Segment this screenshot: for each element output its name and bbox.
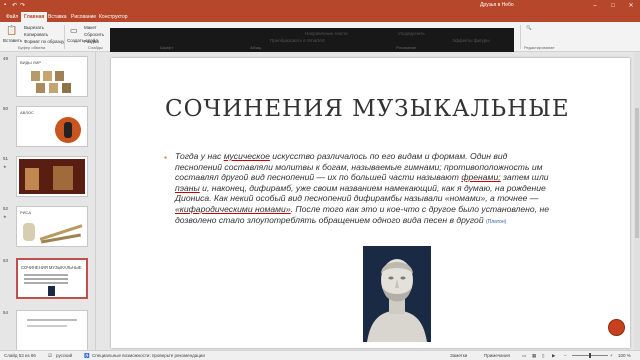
notes-button[interactable]: Заметки xyxy=(450,353,467,358)
tab-file[interactable]: Файл xyxy=(3,12,21,22)
flutes-image xyxy=(21,219,85,245)
group-editing-label: Редактирование xyxy=(524,45,555,50)
group-separator xyxy=(520,25,521,49)
tab-design[interactable]: Конструктор xyxy=(96,12,131,22)
zoom-level[interactable]: 100 % xyxy=(618,353,631,358)
thumbnail-title: СОЧИНЕНИЯ МУЗЫКАЛЬНЫЕ xyxy=(21,265,82,270)
accessibility-icon[interactable]: ♿ xyxy=(84,353,90,359)
format-painter-button[interactable]: Формат по образцу xyxy=(24,39,64,44)
language-indicator[interactable]: русский xyxy=(56,353,72,358)
group-clipboard-label: Буфер обмена xyxy=(18,45,46,50)
slideshow-nav-button[interactable] xyxy=(608,319,625,336)
thumbnail-number: 52 xyxy=(3,206,9,211)
title-bar: ▪ ↶ ↷ Друзья в Небо – □ ✕ Файл Главная В… xyxy=(0,0,640,22)
thumbnail-title: РИСА xyxy=(20,210,32,215)
minimize-icon[interactable]: – xyxy=(588,2,602,10)
normal-view-icon[interactable]: ▭ xyxy=(522,353,526,359)
status-bar: Слайд 53 из 86 ☑ русский ♿ Специальные в… xyxy=(0,350,640,360)
transition-icon: ★ xyxy=(3,214,7,219)
reset-button[interactable]: Сбросить xyxy=(84,32,104,37)
slide-thumbnail[interactable] xyxy=(16,310,88,350)
bullet-icon: ▪ xyxy=(164,153,167,162)
reading-view-icon[interactable]: ▯ xyxy=(542,353,544,359)
slide-thumbnail[interactable]: ВИДЫ ЛИР xyxy=(16,56,88,97)
zoom-in-icon[interactable]: + xyxy=(610,353,613,358)
body-text-underlined: мусическое xyxy=(223,151,270,161)
slide-title[interactable]: СОЧИНЕНИЯ МУЗЫКАЛЬНЫЕ xyxy=(165,96,570,122)
thumbnail-number: 54 xyxy=(3,310,9,315)
convert-smartart-button[interactable]: Преобразовать в SmartArt xyxy=(270,38,325,43)
body-text-run: Тогда у нас xyxy=(175,151,224,161)
thumbnail-title: АВЛОС xyxy=(20,110,34,115)
save-icon[interactable]: ▪ xyxy=(4,2,6,8)
slide-editor: СОЧИНЕНИЯ МУЗЫКАЛЬНЫЕ ▪ Тогда у нас муси… xyxy=(97,52,640,350)
close-icon[interactable]: ✕ xyxy=(624,2,638,10)
redo-icon[interactable]: ↷ xyxy=(20,2,25,9)
slide-counter: Слайд 53 из 86 xyxy=(4,353,36,358)
lyres-image xyxy=(31,69,73,93)
group-slides-label: Слайды xyxy=(88,45,103,50)
slide-thumbnail-pane: 49 ВИДЫ ЛИР 50 АВЛОС 51 ★ 52 ★ РИСА 53 С… xyxy=(0,52,96,350)
bust-mini-image xyxy=(48,286,55,296)
thumbnail-number: 50 xyxy=(3,106,9,111)
accessibility-status[interactable]: Специальные возможности: проверьте реком… xyxy=(92,353,205,358)
slide-thumbnail[interactable]: АВЛОС xyxy=(16,106,88,147)
paste-icon[interactable]: 📋 xyxy=(6,25,17,36)
section-button[interactable]: Раздел xyxy=(84,39,99,44)
find-icon[interactable]: 🔍 xyxy=(526,25,532,31)
slide-thumbnail[interactable] xyxy=(16,156,88,197)
maximize-icon[interactable]: □ xyxy=(606,2,620,10)
slide-body-text[interactable]: Тогда у нас мусическое искусство различа… xyxy=(175,151,553,227)
shape-effects-button[interactable]: Эффекты фигуры xyxy=(452,38,490,43)
paste-button[interactable]: Вставить xyxy=(3,38,22,43)
dark-red-image xyxy=(19,159,85,194)
slide-thumbnail-selected[interactable]: СОЧИНЕНИЯ МУЗЫКАЛЬНЫЕ xyxy=(16,258,88,299)
slide-canvas[interactable]: СОЧИНЕНИЯ МУЗЫКАЛЬНЫЕ ▪ Тогда у нас муси… xyxy=(111,58,630,348)
body-text-run: и, наконец, дифирамб, уже своим название… xyxy=(175,182,546,204)
zoom-slider-handle[interactable] xyxy=(589,353,591,358)
tab-draw[interactable]: Рисование xyxy=(68,12,99,22)
cut-button[interactable]: Вырезать xyxy=(24,25,44,30)
plato-bust-drawing xyxy=(367,259,427,342)
group-paragraph-label: Абзац xyxy=(250,45,262,50)
transition-icon: ★ xyxy=(3,164,7,169)
thumbnail-number: 53 xyxy=(3,258,9,263)
plato-bust-image[interactable] xyxy=(363,246,431,342)
layout-button[interactable]: Макет xyxy=(84,25,97,30)
slide-sorter-icon[interactable]: ▦ xyxy=(532,353,536,359)
body-text-underlined: френами; xyxy=(461,172,501,183)
vertical-scrollbar[interactable] xyxy=(634,52,640,350)
citation: (Платон) xyxy=(486,218,507,225)
tab-home[interactable]: Главная xyxy=(21,12,48,22)
display-settings-button[interactable]: Примечания xyxy=(484,353,510,358)
powerpoint-window: ▪ ↶ ↷ Друзья в Небо – □ ✕ Файл Главная В… xyxy=(0,0,640,360)
group-font-label: Шрифт xyxy=(160,45,174,50)
group-drawing-label: Рисование xyxy=(396,45,417,50)
thumbnail-number: 51 xyxy=(3,156,9,161)
spellcheck-icon[interactable]: ☑ xyxy=(48,353,52,359)
scrollbar-thumb[interactable] xyxy=(635,108,639,238)
vase-image xyxy=(55,117,81,143)
body-text-underlined: «кифародическими номами» xyxy=(175,203,291,214)
tab-insert[interactable]: Вставка xyxy=(45,12,70,22)
new-slide-icon[interactable]: ▭ xyxy=(70,26,78,35)
copy-button[interactable]: Копировать xyxy=(24,32,48,37)
thumbnail-number: 49 xyxy=(3,56,9,61)
ribbon: 📋 Вставить Вырезать Копировать Формат по… xyxy=(0,22,640,66)
window-title: Друзья в Небо xyxy=(480,2,514,8)
text-direction-button[interactable]: Направление текста xyxy=(305,31,348,36)
slideshow-icon[interactable]: ▶ xyxy=(552,353,555,359)
zoom-out-icon[interactable]: – xyxy=(564,353,567,358)
body-text-run: затем шли xyxy=(500,172,549,183)
group-separator xyxy=(64,25,65,49)
slide-thumbnail[interactable]: РИСА xyxy=(16,206,88,247)
thumbnail-title: ВИДЫ ЛИР xyxy=(20,60,42,65)
body-text-underlined: пэаны xyxy=(175,182,200,193)
arrange-button[interactable]: Упорядочить xyxy=(398,31,425,36)
undo-icon[interactable]: ↶ xyxy=(12,2,17,9)
